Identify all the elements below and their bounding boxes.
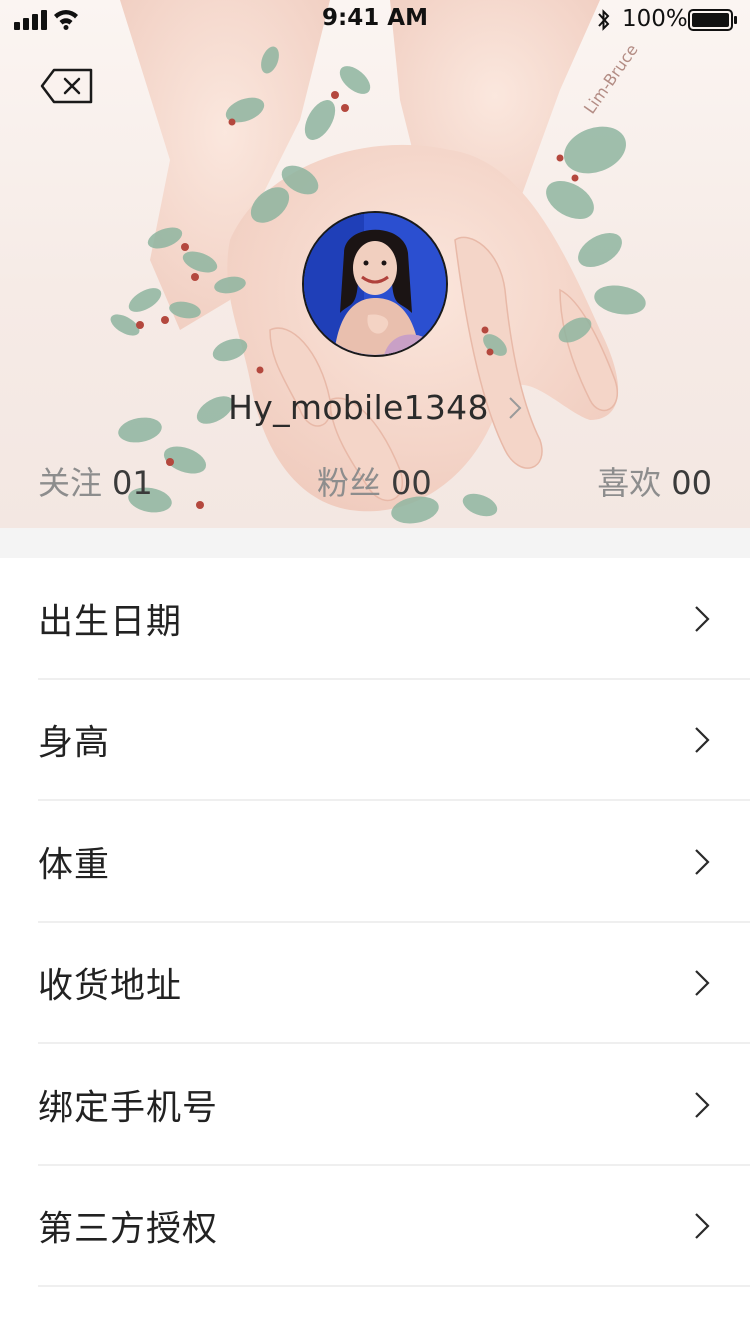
menu-item-label: 绑定手机号 bbox=[38, 1088, 219, 1129]
back-button[interactable] bbox=[36, 62, 98, 110]
avatar-photo bbox=[304, 213, 446, 355]
stat-likes[interactable]: 喜欢 00 bbox=[597, 458, 712, 504]
stat-label: 粉丝 bbox=[317, 464, 382, 502]
menu-item-label: 出生日期 bbox=[38, 602, 183, 643]
menu-item-third-party-auth[interactable]: 第三方授权 bbox=[0, 1166, 750, 1288]
menu-item-label: 体重 bbox=[38, 845, 111, 886]
menu-item-label: 收货地址 bbox=[38, 966, 183, 1007]
menu-item-label: 第三方授权 bbox=[38, 1209, 219, 1250]
settings-menu: 出生日期 身高 体重 收货地址 绑定手机号 第三方授权 bbox=[0, 558, 750, 1287]
artist-signature: Lim-Bruce bbox=[580, 41, 642, 118]
stat-value: 01 bbox=[112, 464, 153, 502]
chevron-right-icon bbox=[695, 605, 710, 632]
stat-value: 00 bbox=[671, 464, 712, 502]
chevron-right-icon bbox=[695, 1091, 710, 1118]
backspace-close-icon bbox=[40, 68, 93, 104]
menu-item-birthday[interactable]: 出生日期 bbox=[0, 558, 750, 680]
avatar[interactable] bbox=[302, 211, 448, 357]
profile-page: Lim-Bruce 9:41 AM 100% Hy_mobile1348 关注 … bbox=[0, 0, 750, 1334]
stat-value: 00 bbox=[391, 464, 432, 502]
menu-item-shipping-address[interactable]: 收货地址 bbox=[0, 923, 750, 1045]
chevron-right-icon bbox=[695, 970, 710, 997]
menu-item-weight[interactable]: 体重 bbox=[0, 801, 750, 923]
bluetooth-icon bbox=[598, 9, 610, 31]
username-link[interactable]: Hy_mobile1348 bbox=[0, 388, 750, 434]
battery-percent: 100% bbox=[622, 6, 688, 32]
stat-label: 喜欢 bbox=[597, 464, 662, 502]
username: Hy_mobile1348 bbox=[228, 388, 489, 427]
stat-fans[interactable]: 粉丝 00 bbox=[317, 458, 432, 504]
menu-item-height[interactable]: 身高 bbox=[0, 680, 750, 802]
status-bar: 9:41 AM 100% bbox=[0, 0, 750, 40]
stats-row: 关注 01 粉丝 00 喜欢 00 bbox=[0, 458, 750, 506]
chevron-right-icon bbox=[695, 727, 710, 754]
stat-following[interactable]: 关注 01 bbox=[38, 458, 153, 504]
chevron-right-icon bbox=[695, 1213, 710, 1240]
chevron-right-icon bbox=[509, 396, 522, 419]
section-divider bbox=[0, 528, 750, 558]
battery-icon bbox=[688, 9, 737, 31]
profile-header: Lim-Bruce 9:41 AM 100% Hy_mobile1348 关注 … bbox=[0, 0, 750, 528]
menu-item-bind-phone[interactable]: 绑定手机号 bbox=[0, 1044, 750, 1166]
chevron-right-icon bbox=[695, 848, 710, 875]
stat-label: 关注 bbox=[38, 464, 103, 502]
menu-item-label: 身高 bbox=[38, 723, 111, 764]
